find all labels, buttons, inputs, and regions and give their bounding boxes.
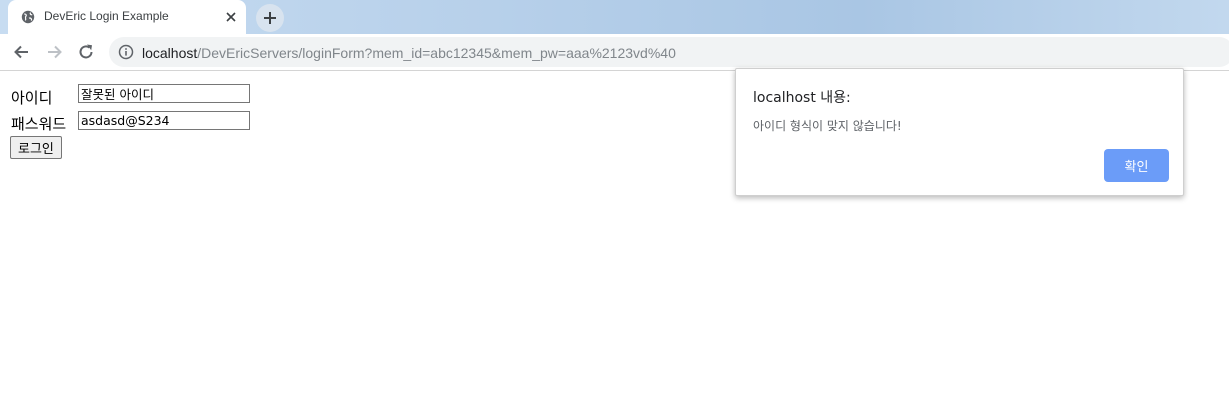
url-host: localhost — [142, 45, 198, 61]
url-text: localhost/DevEricServers/loginForm?mem_i… — [142, 45, 676, 61]
login-button[interactable]: 로그인 — [10, 136, 62, 159]
tab-title: DevEric Login Example — [44, 9, 169, 23]
alert-title: localhost 내용: — [753, 90, 851, 106]
reload-icon[interactable] — [76, 42, 96, 62]
browser-tab[interactable]: DevEric Login Example — [8, 0, 246, 34]
password-label: 패스워드 — [11, 115, 67, 133]
password-input[interactable] — [78, 111, 250, 130]
address-bar[interactable]: localhost/DevEricServers/loginForm?mem_i… — [109, 37, 1229, 67]
alert-dialog: localhost 내용: 아이디 형식이 맞지 않습니다! 확인 — [735, 68, 1184, 196]
ok-button[interactable]: 확인 — [1104, 149, 1169, 182]
plus-icon — [264, 12, 276, 24]
globe-icon — [21, 10, 35, 24]
id-input[interactable] — [78, 84, 250, 103]
info-icon[interactable] — [118, 44, 134, 60]
back-arrow-icon[interactable] — [12, 42, 32, 62]
id-label: 아이디 — [11, 89, 53, 107]
new-tab-button[interactable] — [256, 4, 284, 32]
url-path: /DevEricServers/loginForm?mem_id=abc1234… — [197, 45, 676, 61]
close-icon[interactable] — [224, 10, 238, 24]
tab-strip: DevEric Login Example — [0, 0, 1229, 34]
browser-toolbar: localhost/DevEricServers/loginForm?mem_i… — [0, 34, 1229, 71]
alert-message: 아이디 형식이 맞지 않습니다! — [753, 119, 902, 133]
forward-arrow-icon[interactable] — [44, 42, 64, 62]
